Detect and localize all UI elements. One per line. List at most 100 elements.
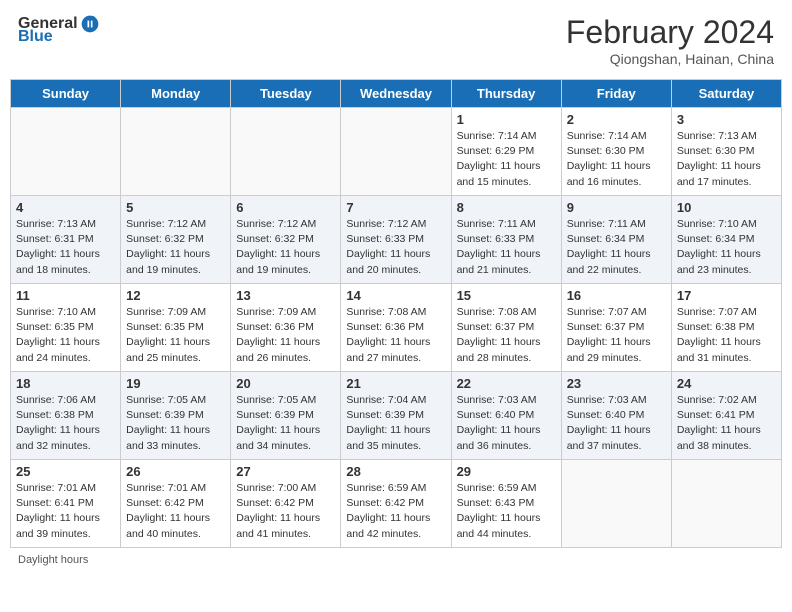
logo-blue-text: Blue (18, 28, 53, 46)
day-number: 23 (567, 376, 666, 391)
calendar-cell: 11 Sunrise: 7:10 AM Sunset: 6:35 PM Dayli… (11, 284, 121, 372)
day-number: 6 (236, 200, 335, 215)
week-row-5: 25 Sunrise: 7:01 AM Sunset: 6:41 PM Dayli… (11, 460, 782, 548)
cell-info: Sunrise: 7:05 AM Sunset: 6:39 PM Dayligh… (236, 393, 335, 454)
day-number: 22 (457, 376, 556, 391)
day-number: 2 (567, 112, 666, 127)
day-number: 25 (16, 464, 115, 479)
day-number: 4 (16, 200, 115, 215)
calendar-cell (231, 108, 341, 196)
month-title: February 2024 (566, 14, 774, 51)
cell-info: Sunrise: 7:05 AM Sunset: 6:39 PM Dayligh… (126, 393, 225, 454)
cell-info: Sunrise: 7:01 AM Sunset: 6:41 PM Dayligh… (16, 481, 115, 542)
day-number: 16 (567, 288, 666, 303)
week-row-1: 1 Sunrise: 7:14 AM Sunset: 6:29 PM Daylig… (11, 108, 782, 196)
day-header-sunday: Sunday (11, 80, 121, 108)
calendar-cell (121, 108, 231, 196)
calendar-cell: 22 Sunrise: 7:03 AM Sunset: 6:40 PM Dayli… (451, 372, 561, 460)
cell-info: Sunrise: 7:03 AM Sunset: 6:40 PM Dayligh… (457, 393, 556, 454)
day-header-friday: Friday (561, 80, 671, 108)
day-header-tuesday: Tuesday (231, 80, 341, 108)
calendar-cell: 3 Sunrise: 7:13 AM Sunset: 6:30 PM Daylig… (671, 108, 781, 196)
logo-icon (80, 14, 100, 34)
calendar-cell: 29 Sunrise: 6:59 AM Sunset: 6:43 PM Dayli… (451, 460, 561, 548)
day-header-thursday: Thursday (451, 80, 561, 108)
day-header-saturday: Saturday (671, 80, 781, 108)
calendar-cell: 13Sunrise: 7:09 AM Sunset: 6:36 PM Dayli… (231, 284, 341, 372)
calendar-cell: 26 Sunrise: 7:01 AM Sunset: 6:42 PM Dayli… (121, 460, 231, 548)
day-number: 26 (126, 464, 225, 479)
day-number: 15 (457, 288, 556, 303)
calendar-cell (561, 460, 671, 548)
cell-info: Sunrise: 7:01 AM Sunset: 6:42 PM Dayligh… (126, 481, 225, 542)
day-number: 14 (346, 288, 445, 303)
cell-info: Sunrise: 7:13 AM Sunset: 6:30 PM Dayligh… (677, 129, 776, 190)
day-number: 27 (236, 464, 335, 479)
cell-info: Sunrise: 7:09 AM Sunset: 6:35 PM Dayligh… (126, 305, 225, 366)
day-number: 20 (236, 376, 335, 391)
calendar-cell (11, 108, 121, 196)
day-number: 8 (457, 200, 556, 215)
week-row-2: 4 Sunrise: 7:13 AM Sunset: 6:31 PM Daylig… (11, 196, 782, 284)
calendar-table: SundayMondayTuesdayWednesdayThursdayFrid… (10, 79, 782, 548)
cell-info: Sunrise: 7:04 AM Sunset: 6:39 PM Dayligh… (346, 393, 445, 454)
cell-info: Sunrise: 7:11 AM Sunset: 6:34 PM Dayligh… (567, 217, 666, 278)
cell-info: Sunrise: 7:08 AM Sunset: 6:37 PM Dayligh… (457, 305, 556, 366)
day-number: 19 (126, 376, 225, 391)
calendar-cell: 4 Sunrise: 7:13 AM Sunset: 6:31 PM Daylig… (11, 196, 121, 284)
calendar-cell: 21 Sunrise: 7:04 AM Sunset: 6:39 PM Dayli… (341, 372, 451, 460)
day-number: 11 (16, 288, 115, 303)
calendar-cell: 8 Sunrise: 7:11 AM Sunset: 6:33 PM Daylig… (451, 196, 561, 284)
calendar-cell: 23 Sunrise: 7:03 AM Sunset: 6:40 PM Dayli… (561, 372, 671, 460)
day-number: 28 (346, 464, 445, 479)
day-header-monday: Monday (121, 80, 231, 108)
calendar-cell: 14 Sunrise: 7:08 AM Sunset: 6:36 PM Dayli… (341, 284, 451, 372)
day-number: 12 (126, 288, 225, 303)
day-number: 10 (677, 200, 776, 215)
cell-info: Sunrise: 6:59 AM Sunset: 6:42 PM Dayligh… (346, 481, 445, 542)
cell-info: Sunrise: 7:14 AM Sunset: 6:29 PM Dayligh… (457, 129, 556, 190)
calendar-cell: 1 Sunrise: 7:14 AM Sunset: 6:29 PM Daylig… (451, 108, 561, 196)
calendar-cell: 5Sunrise: 7:12 AM Sunset: 6:32 PM Daylig… (121, 196, 231, 284)
cell-info: Sunrise: 7:02 AM Sunset: 6:41 PM Dayligh… (677, 393, 776, 454)
day-number: 7 (346, 200, 445, 215)
calendar-cell: 10Sunrise: 7:10 AM Sunset: 6:34 PM Dayli… (671, 196, 781, 284)
cell-info: Sunrise: 7:07 AM Sunset: 6:38 PM Dayligh… (677, 305, 776, 366)
calendar-cell: 28 Sunrise: 6:59 AM Sunset: 6:42 PM Dayli… (341, 460, 451, 548)
cell-info: Sunrise: 7:11 AM Sunset: 6:33 PM Dayligh… (457, 217, 556, 278)
header-row: SundayMondayTuesdayWednesdayThursdayFrid… (11, 80, 782, 108)
calendar-cell: 24 Sunrise: 7:02 AM Sunset: 6:41 PM Dayli… (671, 372, 781, 460)
cell-info: Sunrise: 7:12 AM Sunset: 6:33 PM Dayligh… (346, 217, 445, 278)
cell-info: Sunrise: 6:59 AM Sunset: 6:43 PM Dayligh… (457, 481, 556, 542)
daylight-label: Daylight hours (18, 554, 88, 566)
cell-info: Sunrise: 7:13 AM Sunset: 6:31 PM Dayligh… (16, 217, 115, 278)
cell-info: Sunrise: 7:00 AM Sunset: 6:42 PM Dayligh… (236, 481, 335, 542)
calendar-cell: 6Sunrise: 7:12 AM Sunset: 6:32 PM Daylig… (231, 196, 341, 284)
day-number: 3 (677, 112, 776, 127)
page-header: General Blue February 2024 Qiongshan, Ha… (10, 10, 782, 71)
calendar-cell: 16 Sunrise: 7:07 AM Sunset: 6:37 PM Dayli… (561, 284, 671, 372)
calendar-cell (671, 460, 781, 548)
cell-info: Sunrise: 7:03 AM Sunset: 6:40 PM Dayligh… (567, 393, 666, 454)
day-number: 17 (677, 288, 776, 303)
footer: Daylight hours (10, 554, 782, 566)
day-number: 21 (346, 376, 445, 391)
cell-info: Sunrise: 7:10 AM Sunset: 6:35 PM Dayligh… (16, 305, 115, 366)
calendar-cell: 27 Sunrise: 7:00 AM Sunset: 6:42 PM Dayli… (231, 460, 341, 548)
calendar-cell: 17 Sunrise: 7:07 AM Sunset: 6:38 PM Dayli… (671, 284, 781, 372)
cell-info: Sunrise: 7:08 AM Sunset: 6:36 PM Dayligh… (346, 305, 445, 366)
day-number: 24 (677, 376, 776, 391)
calendar-cell: 12 Sunrise: 7:09 AM Sunset: 6:35 PM Dayli… (121, 284, 231, 372)
day-number: 18 (16, 376, 115, 391)
location-subtitle: Qiongshan, Hainan, China (566, 51, 774, 67)
calendar-cell: 7 Sunrise: 7:12 AM Sunset: 6:33 PM Daylig… (341, 196, 451, 284)
calendar-cell: 9 Sunrise: 7:11 AM Sunset: 6:34 PM Daylig… (561, 196, 671, 284)
calendar-cell: 25 Sunrise: 7:01 AM Sunset: 6:41 PM Dayli… (11, 460, 121, 548)
day-number: 1 (457, 112, 556, 127)
day-number: 29 (457, 464, 556, 479)
day-number: 9 (567, 200, 666, 215)
cell-info: Sunrise: 7:07 AM Sunset: 6:37 PM Dayligh… (567, 305, 666, 366)
day-header-wednesday: Wednesday (341, 80, 451, 108)
day-number: 13 (236, 288, 335, 303)
calendar-cell: 18Sunrise: 7:06 AM Sunset: 6:38 PM Dayli… (11, 372, 121, 460)
